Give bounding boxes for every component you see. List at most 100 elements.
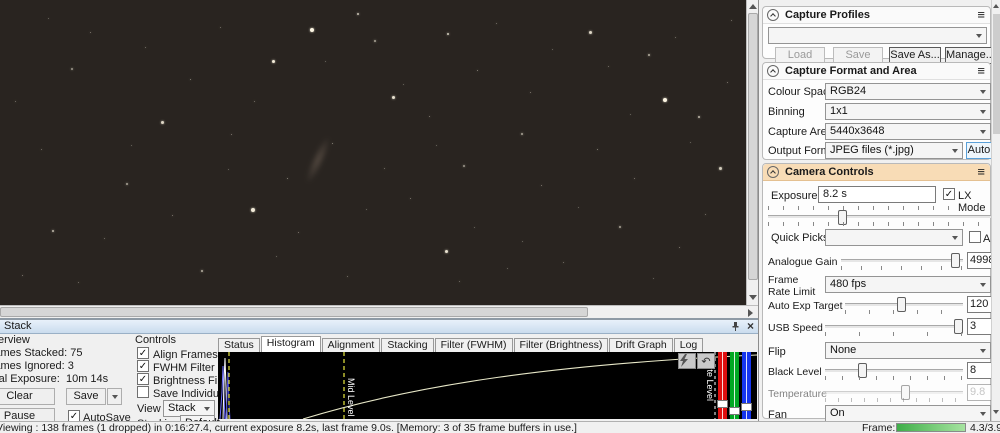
analogue-gain-input[interactable]: 4998 [967, 252, 994, 269]
star [663, 97, 668, 102]
scroll-right-icon[interactable] [748, 309, 753, 317]
tab-filter-fwhm[interactable]: Filter (FWHM) [434, 338, 513, 352]
red-level-slider[interactable] [717, 352, 728, 419]
tab-log[interactable]: Log [673, 338, 704, 352]
profile-select[interactable] [768, 27, 987, 44]
star [357, 12, 360, 15]
faint-nebula [301, 134, 335, 187]
green-level-slider[interactable] [729, 352, 740, 419]
star [552, 48, 554, 50]
exposure-input[interactable]: 8.2 s [818, 186, 936, 203]
star [731, 19, 733, 21]
star [126, 183, 129, 185]
star [704, 213, 706, 215]
histogram-plot [219, 352, 757, 419]
star [171, 215, 173, 217]
vertical-scroll-thumb[interactable] [748, 13, 758, 280]
exposure-slider[interactable] [768, 210, 992, 225]
auto-exp-slider[interactable] [845, 297, 963, 312]
save-individual-frames-checkbox[interactable] [137, 386, 149, 398]
tab-histogram[interactable]: Histogram [260, 336, 321, 352]
close-icon[interactable]: × [747, 320, 754, 333]
colour-space-select[interactable]: RGB24 [825, 83, 991, 100]
fwhm-filter-checkbox[interactable]: ✓ [137, 360, 149, 372]
star [719, 167, 723, 171]
view-label: View [137, 403, 161, 415]
star [540, 184, 542, 186]
scroll-down-icon[interactable] [993, 410, 999, 414]
star [14, 100, 16, 102]
auto-stretch-button[interactable] [678, 353, 696, 369]
tab-drift-graph[interactable]: Drift Graph [609, 338, 673, 352]
capture-area-select[interactable]: 5440x3648 [825, 123, 991, 140]
blue-level-handle[interactable] [741, 403, 752, 411]
star [130, 144, 132, 146]
panel-scrollbar[interactable] [991, 0, 1000, 421]
collapse-icon[interactable] [767, 9, 779, 21]
capture-profiles-header[interactable]: Capture Profiles ≡ [763, 7, 990, 24]
blue-level-slider[interactable] [741, 352, 752, 419]
autosave-checkbox[interactable]: ✓ [68, 410, 80, 421]
usb-speed-input[interactable]: 3 [967, 318, 994, 335]
binning-label: Binning [768, 106, 805, 118]
star [477, 70, 479, 72]
lx-mode-checkbox[interactable]: ✓ [943, 188, 955, 200]
usb-speed-slider[interactable] [825, 319, 963, 334]
lx-mode-label: LX Mode [958, 190, 986, 214]
collapse-icon[interactable] [767, 65, 779, 77]
star [161, 121, 165, 125]
horizontal-scroll-thumb[interactable] [0, 307, 588, 317]
collapse-icon[interactable] [767, 166, 779, 178]
image-horizontal-scrollbar[interactable] [0, 305, 758, 318]
tab-status[interactable]: Status [218, 338, 260, 352]
scroll-down-icon[interactable] [749, 295, 757, 300]
image-vertical-scrollbar[interactable] [746, 0, 758, 305]
tab-alignment[interactable]: Alignment [321, 338, 381, 352]
tab-filter-brightness[interactable]: Filter (Brightness) [513, 338, 609, 352]
save-stack-button[interactable]: Save [66, 388, 106, 405]
menu-icon[interactable]: ≡ [977, 164, 985, 180]
binning-select[interactable]: 1x1 [825, 103, 991, 120]
black-level-slider[interactable] [825, 363, 963, 378]
usb-speed-label: USB Speed [768, 322, 823, 334]
stack-panel-titlebar[interactable]: Stack × [0, 320, 758, 334]
black-level-input[interactable]: 8 [967, 362, 994, 379]
fan-select[interactable]: On [825, 405, 991, 421]
panel-scroll-thumb[interactable] [993, 14, 1000, 134]
star [52, 229, 55, 232]
camera-controls-header[interactable]: Camera Controls ≡ [763, 164, 990, 181]
star [145, 47, 147, 49]
star [310, 28, 315, 33]
analogue-gain-slider[interactable] [841, 253, 963, 268]
quick-picks-select[interactable] [825, 229, 963, 246]
auto-checkbox[interactable] [969, 231, 981, 243]
brightness-filter-checkbox[interactable]: ✓ [137, 373, 149, 385]
analogue-gain-label: Analogue Gain [768, 256, 838, 268]
capture-profiles-group: Capture Profiles ≡ Load Save Save As... … [762, 6, 995, 64]
clear-button[interactable]: Clear [0, 388, 55, 405]
reset-levels-button[interactable]: ↶ [697, 353, 715, 369]
scroll-up-icon[interactable] [993, 4, 999, 8]
menu-icon[interactable]: ≡ [977, 63, 985, 79]
camera-control-panel: Camera Control Panel Capture Profiles ≡ … [758, 0, 1000, 421]
pause-button[interactable]: Pause [0, 408, 55, 421]
temperature-input: 9.8 [967, 384, 994, 401]
scroll-up-icon[interactable] [749, 4, 757, 9]
flip-select[interactable]: None [825, 342, 991, 359]
frame-rate-select[interactable]: 480 fps [825, 276, 991, 293]
pin-icon[interactable] [731, 322, 740, 331]
capture-format-header[interactable]: Capture Format and Area ≡ [763, 63, 990, 80]
output-format-select[interactable]: JPEG files (*.jpg) [825, 142, 963, 159]
menu-icon[interactable]: ≡ [977, 7, 985, 23]
live-image-view[interactable] [0, 0, 746, 305]
tab-stacking[interactable]: Stacking [381, 338, 434, 352]
total-exposure-value: 10m 14s [65, 373, 109, 385]
save-dropdown-button[interactable] [107, 388, 122, 405]
green-level-handle[interactable] [729, 407, 740, 415]
align-frames-checkbox[interactable]: ✓ [137, 347, 149, 359]
frame-progress-bar [896, 423, 966, 432]
red-level-handle[interactable] [717, 400, 728, 408]
output-auto-button[interactable]: Auto [966, 142, 992, 159]
auto-exp-input[interactable]: 120 [967, 296, 994, 313]
histogram-view[interactable]: Mid Level White Level ↶ [218, 352, 757, 419]
